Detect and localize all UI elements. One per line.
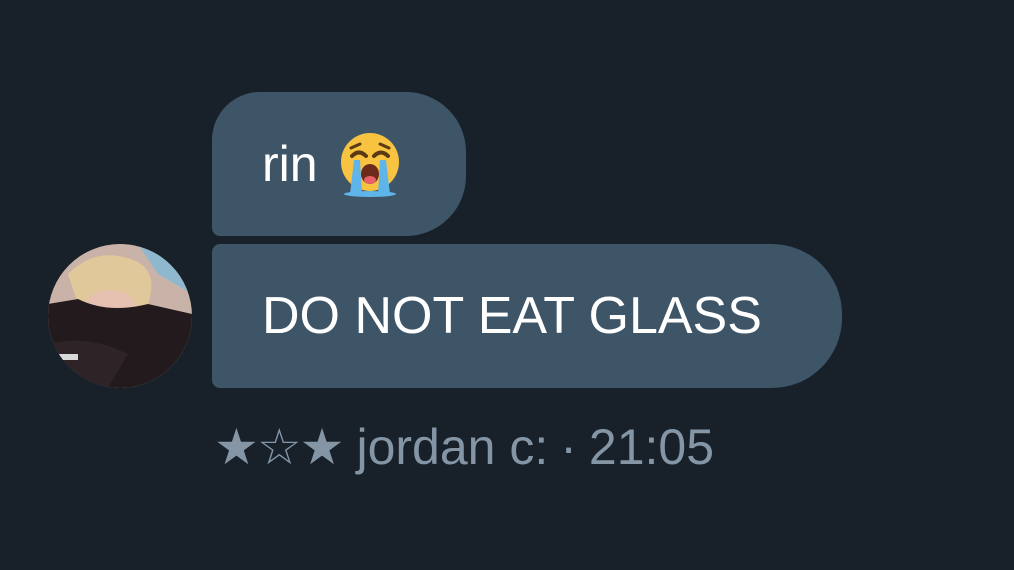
message-meta: ★☆★ jordan c: · 21:05 [214, 412, 714, 482]
star-rating-icon: ★☆★ [214, 418, 344, 476]
message-bubble[interactable]: rin [212, 92, 466, 236]
message-bubble[interactable]: DO NOT EAT GLASS [212, 244, 842, 388]
timestamp: 21:05 [588, 419, 715, 475]
separator: · [560, 419, 577, 475]
message-text: DO NOT EAT GLASS [262, 287, 762, 345]
sender-name[interactable]: jordan c: [356, 418, 548, 476]
message-thread: rin DO NOT EAT GLASS ★☆★ jordan c: · 21:… [0, 0, 1014, 570]
message-text: rin [262, 136, 318, 192]
loudly-crying-face-icon [336, 130, 404, 198]
avatar[interactable] [48, 244, 192, 388]
